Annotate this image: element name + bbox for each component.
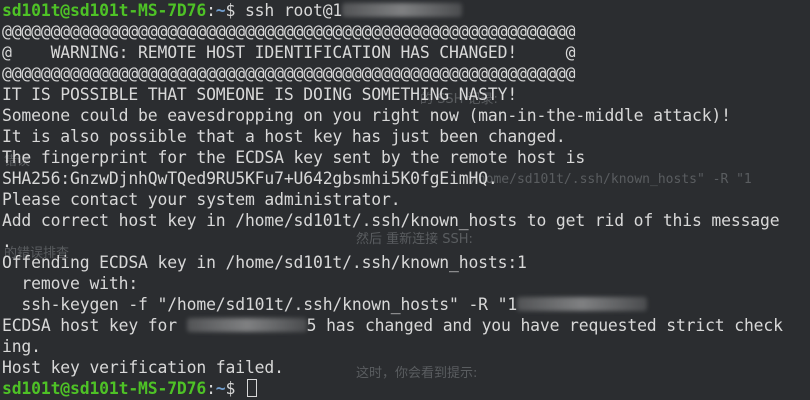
fingerprint-line: SHA256:GnzwDjnhQwTQed9RU5KFu7+U642gbsmhi…: [2, 169, 498, 188]
prompt-path: ~: [215, 379, 226, 398]
command-text: ssh root@1: [244, 1, 343, 20]
output-line: The fingerprint for the ECDSA key sent b…: [2, 148, 586, 167]
ecdsa-text-a: ECDSA host key for: [2, 316, 187, 335]
prompt-user-host: sd101t@sd101t-MS-7D76: [2, 1, 207, 20]
output-line: Host key verification failed.: [2, 358, 284, 377]
warning-line: @ WARNING: REMOTE HOST IDENTIFICATION HA…: [2, 43, 576, 62]
redacted-ip: [517, 297, 648, 311]
terminal-window[interactable]: 的 SSH 记录: 然后 重新连接 SSH: 这时，你会看到提示: 的错误排查 …: [0, 0, 810, 400]
redacted-ip: [342, 3, 463, 17]
prompt-line[interactable]: sd101t@sd101t-MS-7D76:~$: [2, 378, 783, 399]
terminal-output[interactable]: sd101t@sd101t-MS-7D76:~$ ssh root@1 @@@@…: [2, 0, 783, 399]
keygen-text: ssh-keygen -f "/home/sd101t/.ssh/known_h…: [2, 295, 518, 314]
output-line: IT IS POSSIBLE THAT SOMEONE IS DOING SOM…: [2, 85, 518, 104]
redacted-ip: [186, 318, 307, 332]
output-line: Please contact your system administrator…: [2, 190, 401, 209]
command-line: sd101t@sd101t-MS-7D76:~$ ssh root@1: [2, 0, 783, 21]
ecdsa-text-b: 5 has changed and you have requested str…: [306, 316, 783, 335]
output-line: It is also possible that a host key has …: [2, 127, 566, 146]
prompt-path: ~: [215, 1, 226, 20]
output-line: .: [2, 232, 12, 251]
output-line: Add correct host key in /home/sd101t/.ss…: [2, 211, 780, 230]
output-line: ECDSA host key for 5 has changed and you…: [2, 315, 783, 336]
prompt-symbol: $: [225, 379, 236, 398]
output-line: @@@@@@@@@@@@@@@@@@@@@@@@@@@@@@@@@@@@@@@@…: [2, 64, 576, 83]
output-line: Someone could be eavesdropping on you ri…: [2, 106, 731, 125]
output-line: ing.: [2, 337, 41, 356]
output-line: @@@@@@@@@@@@@@@@@@@@@@@@@@@@@@@@@@@@@@@@…: [2, 22, 576, 41]
prompt-user-host: sd101t@sd101t-MS-7D76: [2, 379, 207, 398]
text-cursor: [246, 379, 257, 397]
output-line: Offending ECDSA key in /home/sd101t/.ssh…: [2, 253, 527, 272]
keygen-command-line: ssh-keygen -f "/home/sd101t/.ssh/known_h…: [2, 294, 783, 315]
prompt-symbol: $: [225, 1, 236, 20]
output-line: remove with:: [2, 274, 139, 293]
